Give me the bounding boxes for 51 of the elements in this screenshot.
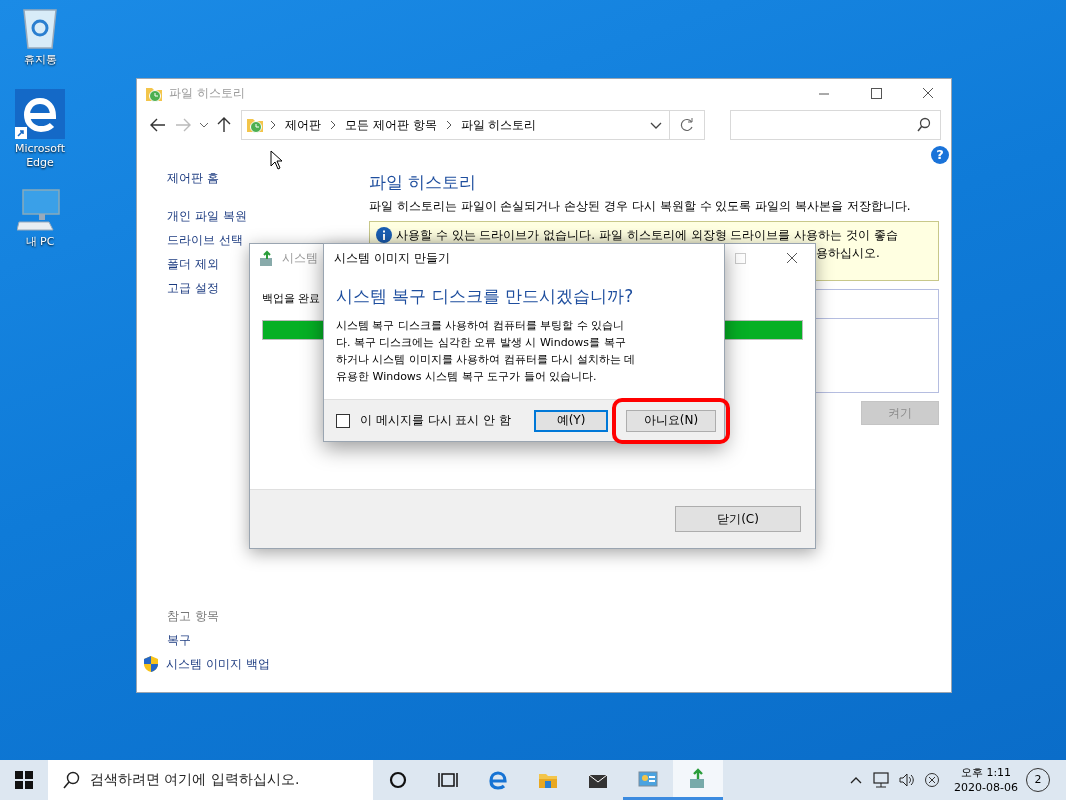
dialog-message: 시스템 복구 디스크를 사용하여 컴퓨터를 부팅할 수 있습니다. 복구 디스크에는 심각한 오류 발생 시 Windows를 복구하거나 시스템 이미지를 사용하여 컴퓨터를 다시 설치하는 데 유용한 Windows 시스템 복구 도구가 들어 있습니다. xyxy=(336,318,636,385)
see-also-heading: 참고 항목 xyxy=(167,608,220,625)
address-bar[interactable]: 제어판 모든 제어판 항목 파일 히스토리 xyxy=(241,110,705,140)
window-title: 파일 히스토리 xyxy=(169,85,245,102)
search-icon xyxy=(62,771,80,789)
sidebar-link[interactable]: 드라이브 선택 xyxy=(167,228,243,252)
desktop-icon-label[interactable]: Microsoft Edge xyxy=(10,142,70,170)
network-icon[interactable] xyxy=(872,772,891,788)
dialog-heading: 시스템 복구 디스크를 만드시겠습니까? xyxy=(336,285,635,308)
checkbox-label[interactable]: 이 메시지를 다시 표시 안 함 xyxy=(360,412,512,429)
close-button[interactable]: 닫기(C) xyxy=(675,506,801,532)
sidebar-link[interactable]: 폴더 제외 xyxy=(167,252,219,276)
taskbar-search-field[interactable]: 검색하려면 여기에 입력하십시오. xyxy=(48,760,373,800)
sidebar-link[interactable]: 개인 파일 복원 xyxy=(167,204,247,228)
no-button[interactable]: 아니요(N) xyxy=(626,409,716,432)
info-text: 사용할 수 있는 드라이브가 없습니다. 파일 히스토리에 외장형 드라이브를 사용하는 것이 좋습 xyxy=(396,227,898,244)
blocked-circle-icon[interactable] xyxy=(924,772,941,788)
desktop-icon-label[interactable]: 휴지통 xyxy=(10,53,70,67)
checkbox[interactable] xyxy=(336,413,350,428)
edge-icon[interactable] xyxy=(15,89,65,139)
breadcrumb-item[interactable]: 제어판 xyxy=(285,116,321,134)
help-button[interactable]: ? xyxy=(931,146,949,164)
edge-icon xyxy=(486,768,510,792)
window-title: 시스템 xyxy=(282,250,318,267)
chevron-icon xyxy=(328,119,338,131)
chevron-icon xyxy=(268,119,278,131)
clock-date[interactable]: 2020-08-06 xyxy=(954,780,1018,795)
sidebar-link[interactable]: 제어판 홈 xyxy=(167,166,219,190)
breadcrumb-item[interactable]: 모든 제어판 항목 xyxy=(345,116,437,134)
clock-time[interactable]: 오후 1:11 xyxy=(960,765,1012,780)
info-text: 용하십시오. xyxy=(816,245,880,262)
sidebar-link[interactable]: 시스템 이미지 백업 xyxy=(166,652,270,676)
dialog-title: 시스템 이미지 만들기 xyxy=(334,250,450,267)
file-history-icon xyxy=(246,116,264,134)
recycle-bin-icon[interactable] xyxy=(20,6,60,50)
mouse-cursor-icon xyxy=(270,150,284,170)
desktop-icon-label[interactable]: 내 PC xyxy=(10,235,70,249)
sidebar-link[interactable]: 복구 xyxy=(167,628,191,652)
status-text: 백업을 완료 xyxy=(262,291,321,306)
shield-icon xyxy=(143,655,159,673)
search-field[interactable] xyxy=(730,110,941,140)
search-icon xyxy=(916,117,932,133)
page-heading: 파일 히스토리 xyxy=(369,171,478,194)
clock[interactable]: 오후 1:11 2020-08-06 xyxy=(954,765,1018,795)
breadcrumb-item[interactable]: 파일 히스토리 xyxy=(460,116,537,134)
computer-icon[interactable] xyxy=(17,188,63,232)
windows-logo-icon[interactable] xyxy=(15,771,33,789)
volume-icon[interactable] xyxy=(898,772,917,788)
description-text: 파일 히스토리는 파일이 손실되거나 손상된 경우 다시 복원할 수 있도록 파일의 복사본을 저장합니다. xyxy=(369,198,912,215)
sidebar-link[interactable]: 고급 설정 xyxy=(167,276,219,300)
yes-button[interactable]: 예(Y) xyxy=(534,409,608,432)
